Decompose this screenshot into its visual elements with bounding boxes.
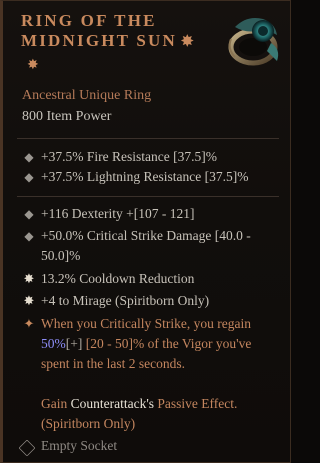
greater-affix-star-icon: ✸ <box>23 271 35 286</box>
divider <box>17 196 279 197</box>
unique-power-line: Gain Counterattack's Passive Effect. <box>41 394 286 414</box>
affix-stat-line: 50.0]% <box>41 248 81 263</box>
unique-power-text: [20 - 50]% of the Vigor you've <box>82 336 252 351</box>
item-power: 800 Item Power <box>22 109 112 124</box>
unique-power-line: When you Critically Strike, you regain <box>41 316 251 331</box>
ring-icon <box>228 18 279 66</box>
implicit-stat: +37.5% Lightning Resistance [37.5]% <box>41 169 249 184</box>
item-name-text: RING OF THE MIDNIGHT SUN <box>21 11 177 50</box>
unique-power-line: spent in the last 2 seconds. <box>41 356 185 371</box>
gain-suffix: Passive Effect. <box>154 396 238 411</box>
affix-bullet-icon: ◆ <box>24 207 34 221</box>
unique-power: When you Critically Strike, you regain 5… <box>41 314 286 374</box>
affix-stat-line: +50.0% Critical Strike Damage [40.0 - <box>41 228 251 243</box>
affix-stat: 13.2% Cooldown Reduction <box>41 271 195 286</box>
unique-power-gain: Gain Counterattack's Passive Effect. (Sp… <box>41 394 286 434</box>
affix-stat: +4 to Mirage (Spiritborn Only) <box>41 293 210 308</box>
unique-star-icon: ✸ <box>27 58 39 73</box>
unique-power-value-suffix: [+] <box>65 336 83 351</box>
unique-power-value: 50% <box>41 336 66 351</box>
affix-stat: +116 Dexterity +[107 - 121] <box>41 206 195 221</box>
empty-socket-label: Empty Socket <box>41 438 118 453</box>
implicit-stat: +37.5% Fire Resistance [37.5]% <box>41 149 217 164</box>
divider <box>17 138 279 139</box>
item-type: Ancestral Unique Ring <box>22 88 152 103</box>
unique-power-line: (Spiritborn Only) <box>41 416 136 431</box>
item-name: RING OF THE MIDNIGHT SUN ✸ <box>21 11 226 52</box>
gain-highlight: Counterattack's <box>70 396 155 411</box>
implicit-bullet-icon: ◆ <box>24 150 34 164</box>
unique-star-icon: ✸ <box>180 34 196 50</box>
unique-power-icon: ✦ <box>23 316 35 331</box>
empty-socket-icon <box>18 439 36 457</box>
item-tooltip: RING OF THE MIDNIGHT SUN ✸ ✸ Ancestral Un… <box>0 0 291 463</box>
affix-stat: +50.0% Critical Strike Damage [40.0 - 50… <box>41 226 281 266</box>
affix-bullet-icon: ◆ <box>24 229 34 243</box>
unique-power-line: 50%[+] [20 - 50]% of the Vigor you've <box>41 334 286 354</box>
gain-prefix: Gain <box>41 396 71 411</box>
implicit-bullet-icon: ◆ <box>24 170 34 184</box>
greater-affix-star-icon: ✸ <box>23 293 35 308</box>
